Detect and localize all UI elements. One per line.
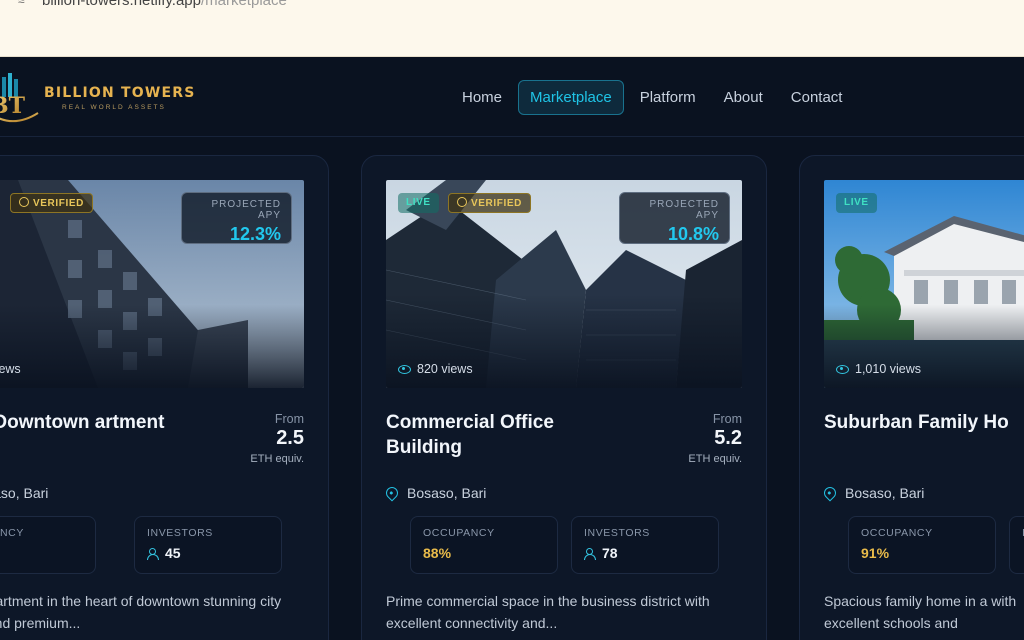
occupancy-stat: CCUPANCY 4% bbox=[0, 516, 96, 574]
property-description: Prime commercial space in the business d… bbox=[386, 593, 710, 631]
location: Bosaso, Bari bbox=[383, 484, 486, 502]
property-title: xury Downtown artment bbox=[0, 412, 165, 433]
investors-stat: I bbox=[1009, 516, 1024, 574]
verified-badge: VERIFIED bbox=[10, 193, 93, 213]
view-count: 820 views bbox=[398, 362, 473, 376]
svg-text:BT: BT bbox=[0, 93, 26, 119]
price-block: From 5.2 ETH equiv. bbox=[688, 412, 742, 465]
nav-marketplace[interactable]: Marketplace bbox=[518, 79, 624, 115]
url-text[interactable]: billion-towers.netlify.app/marketplace bbox=[42, 0, 287, 9]
location: Bosaso, Bari bbox=[0, 485, 49, 501]
property-card[interactable]: LIVE 1,010 views Suburban Family Ho Bosa… bbox=[799, 155, 1024, 640]
price-block: From 2.5 ETH equiv. bbox=[250, 412, 304, 465]
property-description: Spacious family home in a with excellent… bbox=[824, 593, 1017, 631]
site-page: BT BILLION TOWERS REAL WORLD ASSETS Home… bbox=[0, 57, 1024, 640]
nav-about[interactable]: About bbox=[712, 80, 775, 115]
property-card[interactable]: LIVE VERIFIED PROJECTED APY 10.8% 820 vi… bbox=[361, 155, 767, 640]
site-header: BT BILLION TOWERS REAL WORLD ASSETS Home… bbox=[0, 57, 1024, 137]
property-card[interactable]: VERIFIED PROJECTED APY 12.3% 0 views xur… bbox=[0, 155, 329, 640]
nav-home[interactable]: Home bbox=[450, 80, 514, 115]
verified-badge: VERIFIED bbox=[448, 193, 531, 213]
investors-stat: INVESTORS 78 bbox=[571, 516, 719, 574]
check-circle-icon bbox=[457, 197, 467, 207]
brand-logo[interactable]: BT BILLION TOWERS REAL WORLD ASSETS bbox=[0, 67, 200, 127]
property-photo: LIVE 1,010 views bbox=[824, 180, 1024, 388]
billion-towers-logo-icon: BT bbox=[0, 73, 39, 123]
nav-platform[interactable]: Platform bbox=[628, 80, 708, 115]
projected-apy-box: PROJECTED APY 10.8% bbox=[619, 192, 730, 244]
check-circle-icon bbox=[19, 197, 29, 207]
live-badge: LIVE bbox=[836, 193, 877, 213]
live-badge: LIVE bbox=[398, 193, 439, 213]
eye-icon bbox=[398, 365, 411, 374]
occupancy-stat: OCCUPANCY 91% bbox=[848, 516, 996, 574]
projected-apy-box: PROJECTED APY 12.3% bbox=[181, 192, 292, 244]
nav-contact[interactable]: Contact bbox=[779, 80, 855, 115]
property-photo: LIVE VERIFIED PROJECTED APY 10.8% 820 vi… bbox=[386, 180, 742, 388]
view-count: 1,010 views bbox=[836, 362, 921, 376]
map-pin-icon bbox=[383, 484, 401, 502]
browser-address-bar[interactable]: ≈ billion-towers.netlify.app/marketplace bbox=[0, 0, 1024, 57]
property-description: dern apartment in the heart of downtown … bbox=[0, 593, 282, 631]
users-icon bbox=[147, 548, 160, 560]
brand-name: BILLION TOWERS bbox=[44, 85, 196, 101]
site-info-icon[interactable]: ≈ bbox=[18, 0, 25, 8]
brand-tagline: REAL WORLD ASSETS bbox=[62, 104, 166, 111]
location: Bosaso, Bari bbox=[821, 484, 924, 502]
property-title: Commercial Office Building bbox=[386, 412, 554, 458]
investors-stat: INVESTORS 45 bbox=[134, 516, 282, 574]
property-title: Suburban Family Ho bbox=[824, 412, 1009, 433]
main-nav: Home Marketplace Platform About Contact bbox=[450, 79, 854, 115]
map-pin-icon bbox=[821, 484, 839, 502]
eye-icon bbox=[836, 365, 849, 374]
property-photo: VERIFIED PROJECTED APY 12.3% 0 views bbox=[0, 180, 304, 388]
view-count: 0 views bbox=[0, 362, 21, 376]
occupancy-stat: OCCUPANCY 88% bbox=[410, 516, 558, 574]
users-icon bbox=[584, 548, 597, 560]
